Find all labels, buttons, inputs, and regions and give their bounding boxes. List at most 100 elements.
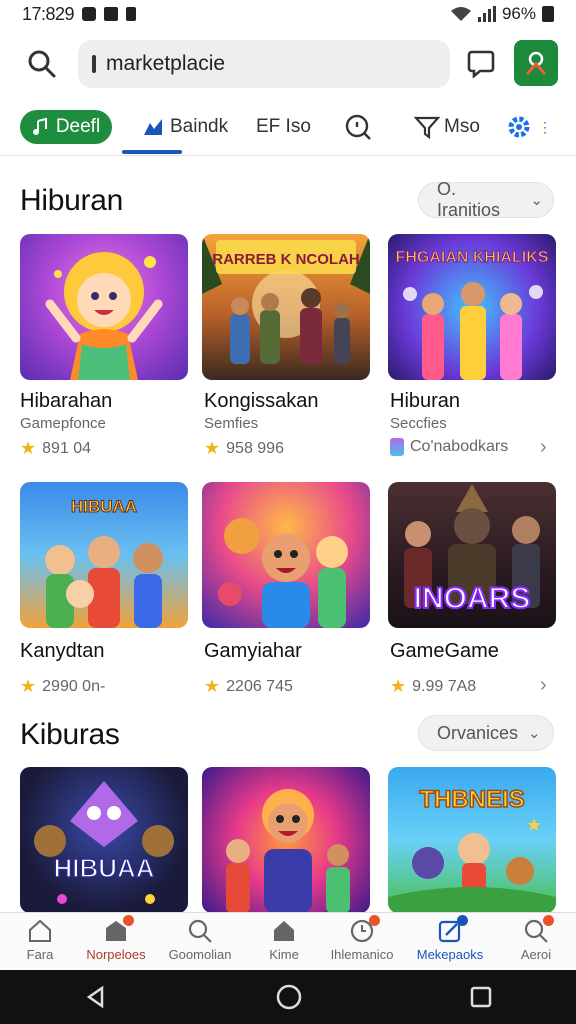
fantasy-heroes-illustration: INOARS <box>404 484 540 616</box>
store-icon <box>102 915 134 945</box>
adventure-team-illustration: RARREB K NCOLAH <box>202 234 370 364</box>
search-value: marketplacie <box>106 52 226 75</box>
notification-icon <box>82 7 97 21</box>
filter-label: Orvanices <box>437 722 519 743</box>
nav-label: Fara <box>26 947 54 962</box>
svg-text:★: ★ <box>526 815 542 835</box>
tab-label: Mso <box>444 116 480 137</box>
nav-item-kime[interactable]: Kime <box>248 917 320 962</box>
magnifier-icon <box>345 114 371 140</box>
card-title: Gamyiahar <box>204 640 302 662</box>
cartoon-girl-illustration <box>45 252 163 380</box>
cute-pets-illustration: THBNEIS ★ <box>388 785 556 913</box>
game-card-image[interactable]: THBNEIS ★ <box>388 767 556 913</box>
game-card-image[interactable]: INOARS <box>388 482 556 628</box>
more-dots-icon: ⋮ <box>538 118 552 135</box>
chevron-down-icon: ⌄ <box>530 192 543 209</box>
game-card-image[interactable]: RARREB K NCOLAH <box>202 234 370 380</box>
game-card-image[interactable] <box>202 482 370 628</box>
search-alt-icon <box>522 915 554 945</box>
back-icon[interactable] <box>83 984 109 1010</box>
star-icon: ★ <box>20 438 37 458</box>
chat-icon[interactable] <box>466 48 496 78</box>
battery-percent: 96% <box>501 4 536 23</box>
signal-icon <box>477 6 496 22</box>
tab-search[interactable] <box>344 110 372 144</box>
game-card-image[interactable] <box>20 234 188 380</box>
section-filter-dropdown[interactable]: Orvanices ⌄ <box>418 715 554 751</box>
search-row: marketplacie <box>0 38 576 90</box>
star-icon: ★ <box>390 676 407 696</box>
tab-baindk[interactable]: Baindk <box>142 110 228 144</box>
status-time: 17:829 <box>22 3 75 24</box>
recents-icon[interactable] <box>469 985 493 1009</box>
card-rating: ★ 958 996 <box>204 438 284 459</box>
nav-label: Mekepaoks <box>416 947 484 962</box>
rating-value: 2990 0n- <box>42 677 106 695</box>
search-input[interactable]: marketplacie <box>78 40 450 88</box>
star-icon: ★ <box>204 438 221 458</box>
chevron-right-icon[interactable]: › <box>540 674 547 697</box>
card-banner-text: HIBUAA <box>53 853 154 883</box>
nav-item-mekepaoks[interactable]: Mekepaoks <box>414 915 486 962</box>
card-rating: ★ 2206 745 <box>204 676 293 697</box>
nav-item-goomolian[interactable]: Goomolian <box>164 917 236 962</box>
card-subtitle: Seccfies <box>390 415 447 432</box>
tab-label: EF Iso <box>256 116 311 137</box>
home-icon <box>26 917 54 945</box>
card-rating: ★ 9.99 7A8 <box>390 676 476 697</box>
section-title-hiburan: Hiburan <box>20 184 123 217</box>
tab-settings[interactable]: ⋮ <box>506 110 552 144</box>
rating-value: 958 996 <box>226 439 284 457</box>
cartoon-kids-illustration: HIBUAA <box>45 497 163 628</box>
game-card-image[interactable] <box>202 767 370 913</box>
nav-item-ihlemanico[interactable]: Ihlemanico <box>326 915 398 962</box>
search-icon[interactable] <box>26 48 58 80</box>
card-chip[interactable]: Co'nabodkars <box>390 438 508 456</box>
card-banner-text: FHGAIAN KHIALIKS <box>396 249 549 266</box>
tab-mso[interactable]: Mso <box>414 110 480 144</box>
monster-illustration: HIBUAA <box>34 781 174 904</box>
card-title: Hibarahan <box>20 390 113 412</box>
notification-badge <box>543 915 554 926</box>
game-card-image[interactable]: FHGAIAN KHIALIKS <box>388 234 556 380</box>
section-title-kiburas: Kiburas <box>20 718 120 751</box>
nav-label: Ihlemanico <box>330 947 394 962</box>
section-filter-dropdown[interactable]: O. Iranitios ⌄ <box>418 179 554 220</box>
app-screen: 17:829 96% marketplacie Deefl Baindk EF … <box>0 0 576 1024</box>
dancing-friends-illustration: FHGAIAN KHIALIKS <box>395 249 549 380</box>
party-characters-illustration <box>218 518 348 628</box>
game-card-image[interactable]: HIBUAA <box>20 767 188 913</box>
search-icon <box>186 917 214 945</box>
tab-deefl[interactable]: Deefl <box>20 110 112 144</box>
nav-item-home[interactable]: Fara <box>4 917 76 962</box>
card-banner-text: THBNEIS <box>419 786 524 813</box>
app-notification-icon <box>104 7 119 21</box>
nav-label: Kime <box>269 947 299 962</box>
clock-icon <box>348 915 380 945</box>
star-icon: ★ <box>204 676 221 696</box>
status-bar: 17:829 96% <box>0 0 576 28</box>
profile-avatar-button[interactable] <box>514 40 558 86</box>
card-banner-text: INOARS <box>414 582 531 615</box>
chart-icon <box>144 119 162 135</box>
profile-icon <box>525 51 547 76</box>
filter-icon <box>414 116 440 139</box>
nav-item-norpeloes[interactable]: Norpeloes <box>80 915 152 962</box>
card-rating: ★ 891 04 <box>20 438 91 459</box>
home-button-icon[interactable] <box>275 983 303 1011</box>
star-icon: ★ <box>20 676 37 696</box>
nav-item-aeroi[interactable]: Aeroi <box>500 915 572 962</box>
tab-ef-iso[interactable]: EF Iso <box>256 110 311 144</box>
house-icon <box>270 917 298 945</box>
game-card-image[interactable]: HIBUAA <box>20 482 188 628</box>
category-tabs: Deefl Baindk EF Iso Mso ⋮ <box>0 104 576 156</box>
chevron-right-icon[interactable]: › <box>540 436 547 459</box>
wifi-icon <box>450 7 471 21</box>
battery-icon <box>542 6 554 22</box>
notification-badge <box>457 915 468 926</box>
chip-label: Co'nabodkars <box>410 438 509 455</box>
nav-label: Goomolian <box>168 947 232 962</box>
system-navigation-bar <box>0 970 576 1024</box>
card-title: Hiburan <box>390 390 461 412</box>
